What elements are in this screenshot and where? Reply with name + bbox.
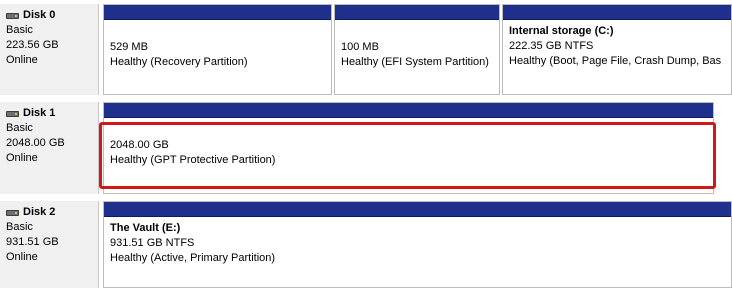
partition-status: Healthy (EFI System Partition) bbox=[341, 56, 489, 68]
partition-title: Internal storage (C:) bbox=[509, 25, 614, 37]
partition-size: 2048.00 GB bbox=[110, 139, 169, 151]
partition-bar bbox=[104, 5, 331, 20]
disk-type: Basic bbox=[6, 122, 33, 134]
disk-drive-icon bbox=[6, 12, 19, 19]
partition-gpt-protective[interactable]: 2048.00 GB Healthy (GPT Protective Parti… bbox=[103, 102, 714, 194]
disk-size: 223.56 GB bbox=[6, 39, 59, 51]
partition-bar bbox=[104, 103, 713, 118]
disk-type: Basic bbox=[6, 221, 33, 233]
partition-status: Healthy (GPT Protective Partition) bbox=[110, 154, 276, 166]
partition-bar bbox=[503, 5, 731, 20]
disk-info-panel[interactable]: Disk 2 Basic 931.51 GB Online bbox=[0, 201, 99, 288]
partition-e-drive[interactable]: The Vault (E:) 931.51 GB NTFS Healthy (A… bbox=[103, 201, 732, 288]
partition-title: The Vault (E:) bbox=[110, 222, 181, 234]
partition-size: 222.35 GB NTFS bbox=[509, 40, 594, 52]
disk-drive-icon bbox=[6, 209, 19, 216]
disk-size: 2048.00 GB bbox=[6, 137, 65, 149]
disk-status: Online bbox=[6, 152, 38, 164]
disk-name: Disk 1 bbox=[23, 107, 56, 119]
partition-size: 100 MB bbox=[341, 41, 379, 53]
disk-row-2: Disk 2 Basic 931.51 GB Online The Vault … bbox=[0, 201, 732, 288]
partition-size: 931.51 GB NTFS bbox=[110, 237, 195, 249]
partition-bar bbox=[335, 5, 499, 20]
partition-size: 529 MB bbox=[110, 41, 148, 53]
partition-bar bbox=[104, 202, 731, 217]
disk-drive-icon bbox=[6, 110, 19, 117]
partition-status: Healthy (Active, Primary Partition) bbox=[110, 252, 276, 264]
disk-row-0: Disk 0 Basic 223.56 GB Online 529 MB Hea… bbox=[0, 4, 732, 95]
disk-type: Basic bbox=[6, 24, 33, 36]
disk-row-1: Disk 1 Basic 2048.00 GB Online 2048.00 G… bbox=[0, 102, 732, 194]
disk-size: 931.51 GB bbox=[6, 236, 59, 248]
partition-c-drive[interactable]: Internal storage (C:) 222.35 GB NTFS Hea… bbox=[502, 4, 732, 95]
disk-info-panel[interactable]: Disk 1 Basic 2048.00 GB Online bbox=[0, 102, 99, 194]
partition-recovery[interactable]: 529 MB Healthy (Recovery Partition) bbox=[103, 4, 332, 95]
disk-name: Disk 0 bbox=[23, 9, 56, 21]
disk-info-panel[interactable]: Disk 0 Basic 223.56 GB Online bbox=[0, 4, 99, 95]
disk-name: Disk 2 bbox=[23, 206, 56, 218]
partition-status: Healthy (Recovery Partition) bbox=[110, 56, 248, 68]
partition-status: Healthy (Boot, Page File, Crash Dump, Ba… bbox=[509, 55, 722, 67]
partition-efi[interactable]: 100 MB Healthy (EFI System Partition) bbox=[334, 4, 500, 95]
disk-status: Online bbox=[6, 251, 38, 263]
disk-status: Online bbox=[6, 54, 38, 66]
